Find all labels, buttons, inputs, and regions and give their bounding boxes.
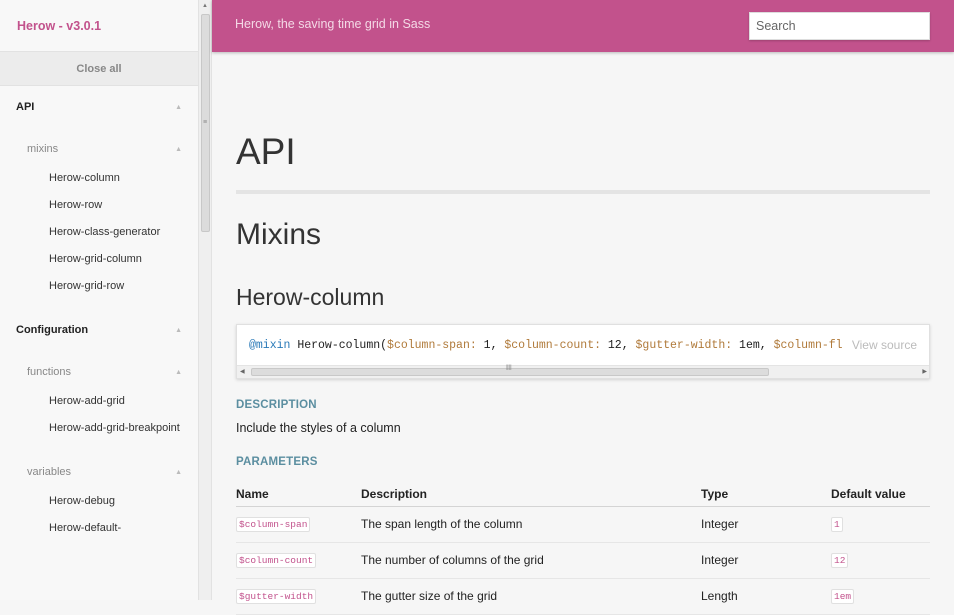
- code-param-value: 1em,: [732, 339, 774, 352]
- sidebar-scrollbar[interactable]: ▲ ≡: [198, 0, 211, 600]
- top-bar: Herow, the saving time grid in Sass: [212, 0, 954, 52]
- code-mixin-name: Herow-column(: [290, 339, 388, 352]
- sidebar-group-label: mixins: [27, 143, 59, 155]
- collapse-toggle-icon[interactable]: ▲: [175, 369, 182, 376]
- sidebar-group[interactable]: variables ▲: [0, 451, 198, 493]
- sidebar-item[interactable]: Herow-row: [0, 197, 198, 213]
- param-name: $column-count: [236, 542, 361, 579]
- item-title: Herow-column: [236, 284, 385, 310]
- param-default-code: 12: [831, 553, 849, 568]
- sidebar-section[interactable]: Configuration ▲: [0, 309, 198, 351]
- grip-icon: ‖‖: [506, 365, 512, 372]
- scroll-up-arrow-icon[interactable]: ▲: [202, 3, 208, 9]
- param-default: 12: [831, 542, 930, 579]
- page-title: API: [236, 131, 296, 172]
- param-name-code: $gutter-width: [236, 589, 317, 604]
- sidebar-group-label: variables: [27, 466, 72, 478]
- sidebar-scroll-thumb[interactable]: ≡: [201, 14, 210, 232]
- sidebar-item[interactable]: Herow-add-grid-breakpoint: [0, 420, 198, 436]
- parameters-label: PARAMETERS: [236, 456, 318, 468]
- code-block: @mixin Herow-column($column-span: 1, $co…: [236, 324, 930, 379]
- sidebar-item[interactable]: Herow-grid-column: [0, 251, 198, 267]
- table-header-row: Name Description Type Default value: [236, 482, 930, 507]
- sidebar-item[interactable]: Herow-class-generator: [0, 224, 198, 240]
- param-description: The number of columns of the grid: [361, 542, 701, 579]
- param-default-code: 1em: [831, 589, 855, 604]
- column-header-name: Name: [236, 482, 361, 507]
- column-header-default: Default value: [831, 482, 930, 507]
- sidebar-nav: API ▲ mixins ▲ Herow-column Herow-row Herow-cl…: [0, 86, 211, 551]
- param-type: Integer: [701, 542, 831, 579]
- sidebar-item[interactable]: Herow-debug: [0, 493, 198, 509]
- table-body: $column-span The span length of the colum…: [236, 506, 930, 615]
- column-header-type: Type: [701, 482, 831, 507]
- sidebar-item[interactable]: Herow-column: [0, 170, 198, 186]
- sidebar-title[interactable]: Herow - v3.0.1: [0, 0, 211, 52]
- header-tagline: Herow, the saving time grid in Sass: [235, 17, 431, 31]
- code-horizontal-scrollbar[interactable]: ◀ ‖‖ ▶: [237, 365, 929, 378]
- sidebar-item[interactable]: Herow-add-grid: [0, 393, 198, 409]
- sidebar-item[interactable]: Herow-default-: [0, 520, 198, 536]
- sidebar-section-label: API: [16, 101, 35, 113]
- sidebar-title-text[interactable]: Herow - v3.0.1: [17, 19, 101, 33]
- code-param-name: $gutter-width:: [635, 339, 733, 352]
- param-name: $gutter-width: [236, 578, 361, 615]
- parameters-table: Name Description Type Default value $col…: [236, 482, 930, 615]
- scroll-left-arrow-icon[interactable]: ◀: [240, 368, 245, 375]
- sidebar-group[interactable]: mixins ▲: [0, 128, 198, 170]
- sidebar-item[interactable]: Herow-grid-row: [0, 278, 198, 294]
- param-default: 1em: [831, 578, 930, 615]
- sidebar-section[interactable]: API ▲: [0, 86, 198, 128]
- sidebar-group-label: functions: [27, 366, 72, 378]
- param-name-code: $column-count: [236, 553, 317, 568]
- sidebar-section-label: Configuration: [16, 324, 89, 336]
- sidebar-group[interactable]: functions ▲: [0, 351, 198, 393]
- code-param-value: 12,: [601, 339, 636, 352]
- collapse-toggle-icon[interactable]: ▲: [175, 469, 182, 476]
- code-scroll-thumb[interactable]: ‖‖: [251, 365, 769, 376]
- table-row: $column-span The span length of the colum…: [236, 506, 930, 543]
- collapse-toggle-icon[interactable]: ▲: [175, 104, 182, 111]
- param-type: Length: [701, 578, 831, 615]
- param-description: The gutter size of the grid: [361, 578, 701, 615]
- param-name: $column-span: [236, 506, 361, 543]
- view-source-link[interactable]: View source: [841, 338, 929, 352]
- table-row: $column-count The number of columns of th…: [236, 542, 930, 579]
- param-name-code: $column-span: [236, 517, 311, 532]
- close-all-button[interactable]: Close all: [0, 52, 198, 86]
- param-default: 1: [831, 506, 930, 543]
- code-param-name: $column-span:: [387, 339, 477, 352]
- grip-icon: ≡: [203, 119, 208, 126]
- code-keyword: @mixin: [249, 339, 291, 352]
- param-type: Integer: [701, 506, 831, 543]
- code-param-value: 1,: [476, 339, 505, 352]
- sidebar: Herow - v3.0.1 Close all API ▲ mixins ▲ Hero…: [0, 0, 212, 600]
- collapse-toggle-icon[interactable]: ▲: [175, 327, 182, 334]
- scroll-right-arrow-icon[interactable]: ▶: [922, 368, 927, 375]
- description-text: Include the styles of a column: [236, 421, 401, 435]
- search-input[interactable]: [749, 12, 930, 40]
- main-content: API Mixins Herow-column @mixin Herow-col…: [236, 52, 930, 615]
- collapse-toggle-icon[interactable]: ▲: [175, 146, 182, 153]
- code-signature: @mixin Herow-column($column-span: 1, $co…: [249, 339, 863, 352]
- code-param-name: $column-count:: [504, 339, 601, 352]
- title-divider: [236, 190, 930, 194]
- section-title: Mixins: [236, 218, 322, 251]
- param-default-code: 1: [831, 517, 843, 532]
- param-description: The span length of the column: [361, 506, 701, 543]
- description-label: DESCRIPTION: [236, 399, 317, 411]
- table-row: $gutter-width The gutter size of the grid…: [236, 578, 930, 615]
- column-header-description: Description: [361, 482, 701, 507]
